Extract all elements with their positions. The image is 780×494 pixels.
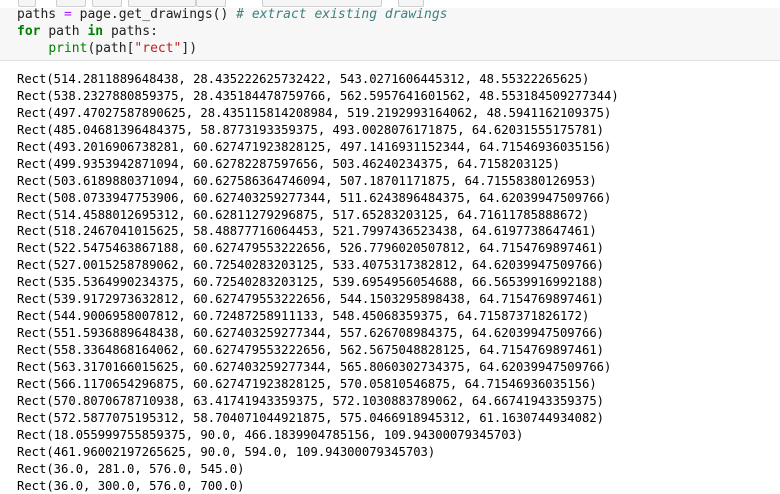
cell-output: Rect(514.2811889648438, 28.4352226257324… bbox=[17, 71, 619, 494]
code-token: paths: bbox=[110, 24, 158, 39]
cell-type-dropdown[interactable] bbox=[262, 0, 382, 7]
code-token: = bbox=[63, 7, 72, 22]
code-cell-input[interactable]: paths = page.get_drawings() # extract ex… bbox=[0, 7, 780, 61]
code-token: path bbox=[48, 24, 80, 39]
output-line: Rect(563.3170166015625, 60.6274032592773… bbox=[17, 359, 612, 374]
output-line: Rect(544.9006958007812, 60.7248725891113… bbox=[17, 309, 590, 324]
output-line: Rect(503.6189880371094, 60.6275863647460… bbox=[17, 173, 597, 188]
output-line: Rect(18.055999755859375, 90.0, 466.18399… bbox=[17, 427, 524, 442]
code-builtin: print bbox=[48, 41, 88, 56]
output-line: Rect(485.04681396484375, 58.877319335937… bbox=[17, 122, 604, 137]
code-string: "rect" bbox=[134, 41, 182, 56]
code-token: paths bbox=[17, 7, 57, 22]
output-line: Rect(514.2811889648438, 28.4352226257324… bbox=[17, 72, 590, 86]
output-line: Rect(493.2016906738281, 60.6274719238281… bbox=[17, 139, 612, 154]
toolbar-button[interactable] bbox=[92, 0, 122, 7]
output-line: Rect(508.0733947753906, 60.6274032592773… bbox=[17, 190, 612, 205]
code-token: (path[ bbox=[87, 41, 135, 56]
output-line: Rect(551.5936889648438, 60.6274032592773… bbox=[17, 326, 604, 341]
output-line: Rect(36.0, 300.0, 576.0, 700.0) bbox=[17, 478, 245, 493]
code-keyword: for bbox=[17, 24, 41, 39]
toolbar-button[interactable] bbox=[18, 0, 36, 7]
output-line: Rect(558.3364868164062, 60.6274795532226… bbox=[17, 343, 604, 357]
code-keyword: in bbox=[87, 24, 104, 39]
output-line: Rect(514.4588012695312, 60.6281127929687… bbox=[17, 207, 590, 222]
output-line: Rect(499.9353942871094, 60.6278228759765… bbox=[17, 156, 560, 171]
toolbar-button[interactable] bbox=[398, 0, 424, 7]
output-line: Rect(497.47027587890625, 28.435115814208… bbox=[17, 105, 612, 120]
code-token: ]) bbox=[181, 41, 198, 56]
output-line: Rect(535.5364990234375, 60.7254028320312… bbox=[17, 275, 604, 290]
code-line-1: paths = page.get_drawings() # extract ex… bbox=[17, 7, 448, 23]
output-line: Rect(539.9172973632812, 60.6274795532226… bbox=[17, 292, 604, 307]
code-token: page.get_drawings() bbox=[79, 7, 229, 22]
output-line: Rect(522.5475463867188, 60.6274795532226… bbox=[17, 241, 604, 256]
code-line-3: print(path["rect"]) bbox=[17, 41, 197, 57]
output-line: Rect(527.0015258789062, 60.7254028320312… bbox=[17, 258, 604, 273]
output-line: Rect(566.1170654296875, 60.6274719238281… bbox=[17, 376, 597, 391]
output-line: Rect(572.5877075195312, 58.7040710449218… bbox=[17, 410, 604, 425]
output-line: Rect(36.0, 281.0, 576.0, 545.0) bbox=[17, 461, 245, 476]
output-line: Rect(461.96002197265625, 90.0, 594.0, 10… bbox=[17, 444, 436, 459]
toolbar-button[interactable] bbox=[196, 0, 226, 7]
toolbar-button[interactable] bbox=[56, 0, 86, 7]
output-line: Rect(538.2327880859375, 28.4351844787597… bbox=[17, 88, 619, 103]
code-line-2: for path in paths: bbox=[17, 24, 158, 40]
output-line: Rect(518.2467041015625, 58.4887771606445… bbox=[17, 224, 597, 239]
toolbar-button[interactable] bbox=[128, 0, 196, 7]
output-line: Rect(570.8070678710938, 63.4174194335937… bbox=[17, 393, 604, 408]
code-comment: # extract existing drawings bbox=[236, 7, 448, 22]
